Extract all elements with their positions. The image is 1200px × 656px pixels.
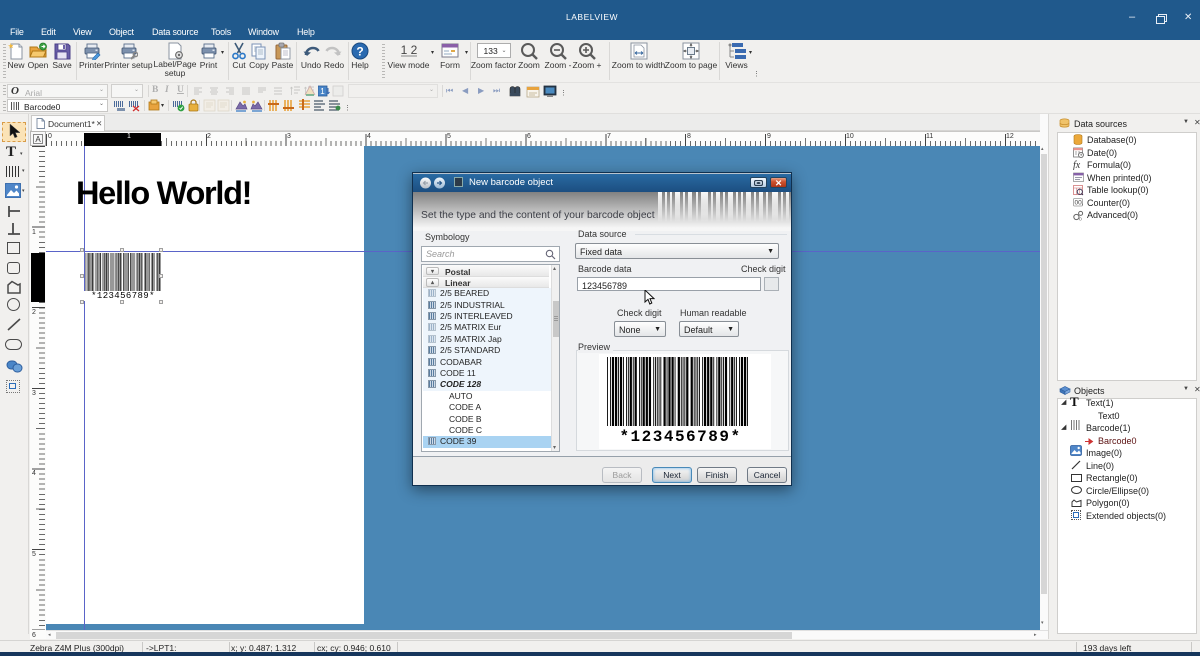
svg-text:o: o	[1079, 216, 1082, 221]
svg-text:?: ?	[356, 45, 363, 59]
svg-text:1: 1	[320, 87, 325, 96]
svg-text:1 2: 1 2	[400, 43, 417, 57]
svg-text:fx: fx	[1073, 160, 1081, 170]
svg-text:00,: 00,	[1075, 200, 1084, 207]
